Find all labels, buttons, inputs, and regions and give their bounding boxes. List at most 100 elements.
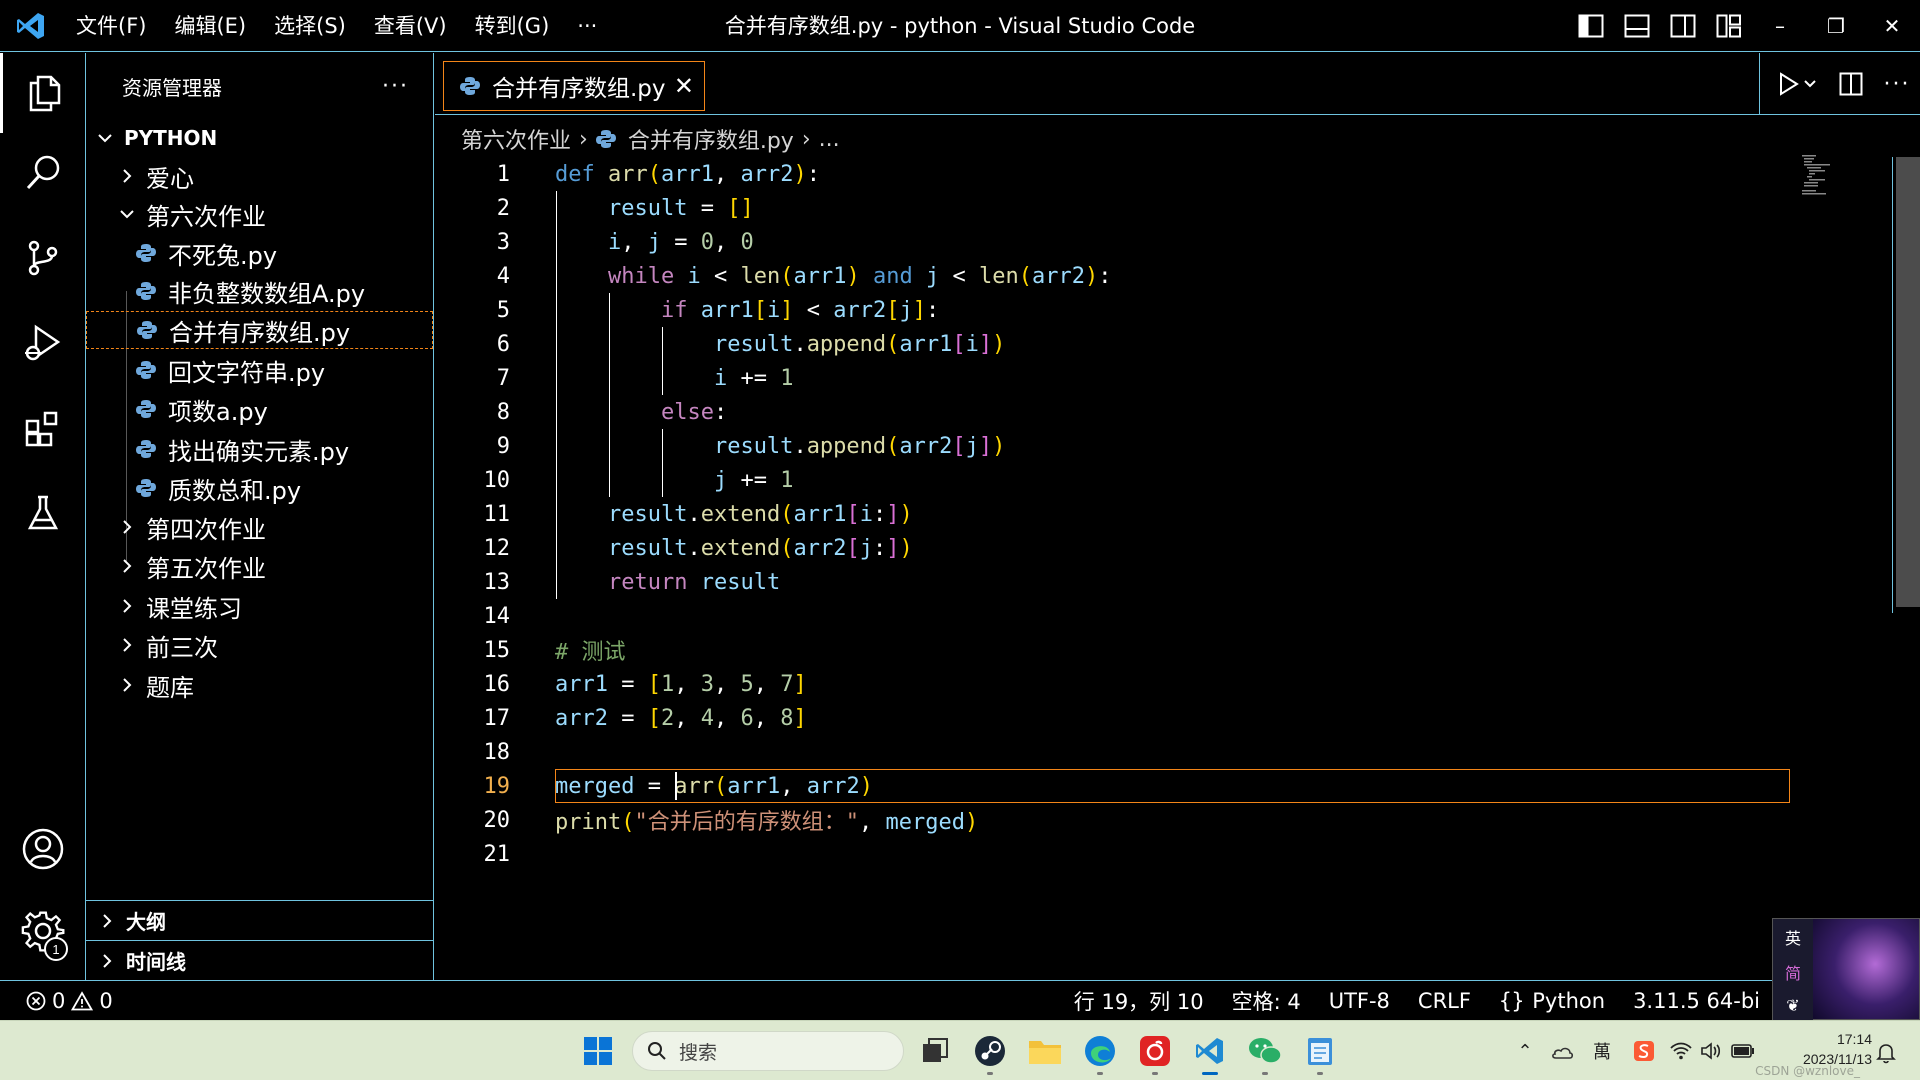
ime-floating-widget[interactable]: 英 简 ❦	[1772, 918, 1920, 1021]
source-control-icon[interactable]	[0, 218, 86, 298]
code-line[interactable]: 17 arr2 = [2, 4, 6, 8]	[435, 701, 1775, 735]
code-line[interactable]: 16 arr1 = [1, 3, 5, 7]	[435, 667, 1775, 701]
code-line[interactable]: 13 return result	[435, 565, 1775, 599]
editor-scrollbar-thumb[interactable]	[1896, 157, 1920, 607]
toggle-primary-sidebar-icon[interactable]	[1568, 0, 1614, 52]
code-line[interactable]: 1 def arr(arr1, arr2):	[435, 157, 1775, 191]
more-actions-icon[interactable]: ···	[1874, 53, 1920, 115]
tree-file-prime-sum[interactable]: 质数总和.py	[86, 469, 433, 507]
notepad-icon[interactable]	[1302, 1033, 1338, 1075]
tab-close-icon[interactable]: ✕	[674, 72, 694, 100]
line-ending[interactable]: CRLF	[1404, 989, 1485, 1013]
code-line[interactable]: 20 print("合并后的有序数组：", merged)	[435, 803, 1775, 837]
code-line[interactable]: 21	[435, 837, 1775, 871]
toggle-secondary-sidebar-icon[interactable]	[1660, 0, 1706, 52]
account-icon[interactable]	[0, 809, 86, 889]
file-explorer-icon[interactable]	[1027, 1033, 1063, 1069]
tree-file-busitu[interactable]: 不死兔.py	[86, 234, 433, 272]
run-python-file-icon[interactable]	[1768, 53, 1828, 115]
ime-skin-icon[interactable]: ❦	[1786, 996, 1799, 1015]
ime-language[interactable]: 英	[1785, 925, 1801, 949]
menu-go[interactable]: 转到(G)	[461, 0, 564, 52]
steam-icon[interactable]	[972, 1033, 1008, 1075]
restore-button[interactable]: ❐	[1808, 0, 1864, 52]
breadcrumb-file[interactable]: 合并有序数组.py	[628, 123, 794, 155]
breadcrumb-symbol[interactable]: ...	[819, 127, 840, 152]
menu-edit[interactable]: 编辑(E)	[160, 0, 260, 52]
wifi-icon[interactable]	[1666, 1042, 1696, 1060]
code-line[interactable]: 6 result.append(arr1[i])	[435, 327, 1775, 361]
toggle-panel-icon[interactable]	[1614, 0, 1660, 52]
tree-file-feifu[interactable]: 非负整数数组A.py	[86, 272, 433, 310]
language-mode[interactable]: {} Python	[1485, 989, 1619, 1013]
taskbar-clock[interactable]: 17:14 2023/11/13	[1803, 1029, 1872, 1069]
tree-file-xiangshu[interactable]: 项数a.py	[86, 390, 433, 428]
task-view-icon[interactable]	[918, 1033, 954, 1069]
tree-folder-question-bank[interactable]: 题库	[86, 666, 433, 704]
tree-file-merge-sorted[interactable]: 合并有序数组.py	[86, 311, 433, 349]
outline-section[interactable]: 大纲	[86, 900, 433, 940]
chevron-up-icon[interactable]: ⌃	[1508, 1041, 1542, 1062]
tray-ime-indicator[interactable]: 萬	[1582, 1038, 1622, 1064]
tree-folder-first-three[interactable]: 前三次	[86, 626, 433, 664]
code-line[interactable]: 19 merged = arr(arr1, arr2)	[435, 769, 1790, 803]
code-line[interactable]: 12 result.extend(arr2[j:])	[435, 531, 1775, 565]
wechat-icon[interactable]	[1247, 1033, 1283, 1075]
problems-indicator[interactable]: 0 0	[0, 989, 113, 1013]
vscode-logo-icon[interactable]	[0, 0, 62, 52]
ime-mode[interactable]: 简	[1785, 960, 1801, 984]
code-line[interactable]: 7 i += 1	[435, 361, 1775, 395]
indentation[interactable]: 空格: 4	[1218, 986, 1315, 1016]
notification-bell-icon[interactable]	[1868, 1035, 1904, 1071]
workspace-root[interactable]: PYTHON	[86, 119, 433, 157]
explorer-more-actions[interactable]: ···	[382, 74, 409, 99]
code-line[interactable]: 14	[435, 599, 1775, 633]
tree-folder-week6[interactable]: 第六次作业	[86, 195, 433, 233]
menu-more[interactable]: ···	[563, 0, 611, 52]
editor-tab[interactable]: 合并有序数组.py ✕	[443, 61, 705, 111]
code-line[interactable]: 18	[435, 735, 1775, 769]
code-line[interactable]: 2 result = []	[435, 191, 1775, 225]
code-line[interactable]: 9 result.append(arr2[j])	[435, 429, 1775, 463]
code-line[interactable]: 11 result.extend(arr1[i:])	[435, 497, 1775, 531]
code-line[interactable]: 3 i, j = 0, 0	[435, 225, 1775, 259]
edge-browser-icon[interactable]	[1082, 1033, 1118, 1075]
onedrive-icon[interactable]	[1542, 1043, 1582, 1059]
netease-music-icon[interactable]	[1137, 1033, 1173, 1075]
explorer-icon[interactable]	[0, 53, 86, 133]
code-line[interactable]: 5 if arr1[i] < arr2[j]:	[435, 293, 1775, 327]
code-line[interactable]: 8 else:	[435, 395, 1775, 429]
menu-file[interactable]: 文件(F)	[62, 0, 160, 52]
vscode-taskbar-icon[interactable]	[1192, 1033, 1228, 1075]
menu-selection[interactable]: 选择(S)	[260, 0, 360, 52]
testing-icon[interactable]	[0, 473, 86, 553]
minimap[interactable]	[1802, 155, 1842, 195]
menu-view[interactable]: 查看(V)	[360, 0, 461, 52]
search-icon[interactable]	[0, 133, 86, 213]
breadcrumb-folder[interactable]: 第六次作业	[461, 123, 571, 155]
taskbar-search[interactable]: 搜索	[632, 1031, 904, 1071]
tree-folder-week5[interactable]: 第五次作业	[86, 547, 433, 585]
minimize-button[interactable]: –	[1752, 0, 1808, 52]
file-encoding[interactable]: UTF-8	[1315, 989, 1404, 1013]
extensions-icon[interactable]	[0, 388, 86, 468]
customize-layout-icon[interactable]	[1706, 0, 1752, 52]
code-line[interactable]: 10 j += 1	[435, 463, 1775, 497]
settings-gear-icon[interactable]: 1	[0, 891, 86, 971]
tree-folder-aixin[interactable]: 爱心	[86, 157, 433, 195]
timeline-section[interactable]: 时间线	[86, 940, 433, 980]
volume-icon[interactable]	[1696, 1042, 1726, 1060]
run-debug-icon[interactable]	[0, 303, 86, 383]
cursor-position[interactable]: 行 19，列 10	[1060, 986, 1218, 1016]
sogou-input-icon[interactable]	[1622, 1040, 1666, 1062]
code-line[interactable]: 4 while i < len(arr1) and j < len(arr2):	[435, 259, 1775, 293]
close-window-button[interactable]: ✕	[1864, 0, 1920, 52]
code-line[interactable]: 15 # 测试	[435, 633, 1775, 667]
tree-file-missing-elements[interactable]: 找出确实元素.py	[86, 430, 433, 468]
battery-icon[interactable]	[1726, 1044, 1760, 1058]
tree-file-palindrome[interactable]: 回文字符串.py	[86, 351, 433, 389]
split-editor-icon[interactable]	[1828, 53, 1874, 115]
windows-start-icon[interactable]	[580, 1033, 616, 1069]
tree-folder-week4[interactable]: 第四次作业	[86, 508, 433, 546]
tree-folder-class-practice[interactable]: 课堂练习	[86, 587, 433, 625]
